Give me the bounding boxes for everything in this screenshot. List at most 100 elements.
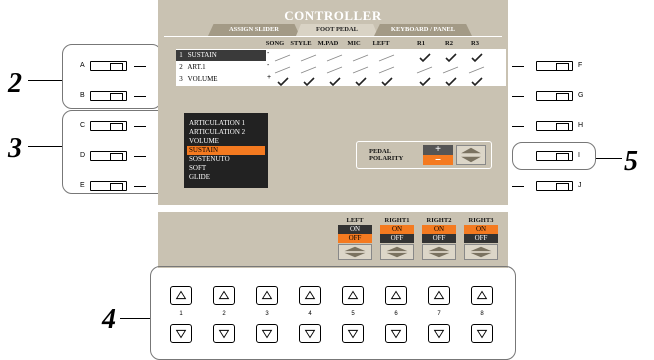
side-dash-g — [512, 96, 524, 97]
checkmark-icon — [277, 77, 289, 87]
number-button-label: 3 — [265, 311, 269, 317]
number-button-8-up[interactable] — [471, 286, 493, 305]
side-dash-f — [512, 66, 524, 67]
number-button-label: 4 — [308, 311, 312, 317]
number-button-3-down[interactable] — [256, 324, 278, 343]
triangle-up-icon — [433, 290, 445, 300]
tab-foot-pedal[interactable]: FOOT PEDAL — [296, 24, 378, 36]
side-button-a[interactable] — [90, 61, 127, 71]
screen-title: CONTROLLER — [284, 8, 382, 23]
function-item-volume[interactable]: VOLUME — [187, 137, 265, 146]
number-button-6-down[interactable] — [385, 324, 407, 343]
triangle-up-icon — [304, 290, 316, 300]
number-button-label: 8 — [480, 311, 484, 317]
number-button-4-up[interactable] — [299, 286, 321, 305]
part-check-cell[interactable] — [298, 50, 319, 62]
onoff-left[interactable]: ON OFF — [338, 225, 372, 243]
side-button-i[interactable] — [536, 151, 573, 161]
number-button-6-up[interactable] — [385, 286, 407, 305]
number-button-1-down[interactable] — [170, 324, 192, 343]
number-button-3-up[interactable] — [256, 286, 278, 305]
function-item-sostenuto[interactable]: SOSTENUTO — [187, 155, 265, 164]
tab-assign-slider[interactable]: ASSIGN SLIDER — [208, 24, 300, 36]
side-button-j[interactable] — [536, 181, 573, 191]
part-check-cell[interactable] — [324, 74, 345, 87]
side-dash-b — [134, 96, 146, 97]
side-button-c[interactable] — [90, 121, 127, 131]
number-button-5-up[interactable] — [342, 286, 364, 305]
pedal-row-3[interactable]: 3 VOLUME — [176, 74, 266, 85]
side-label-e: E — [80, 182, 85, 189]
onoff-right2[interactable]: ON OFF — [422, 225, 456, 243]
number-button-4-down[interactable] — [299, 324, 321, 343]
column-header-left: LEFT — [372, 40, 390, 47]
part-check-cell[interactable] — [272, 50, 293, 62]
part-check-cell[interactable] — [272, 62, 293, 74]
pedal-number: 3 — [179, 75, 183, 83]
pedal-function-name: SUSTAIN — [187, 51, 217, 59]
number-button-7-up[interactable] — [428, 286, 450, 305]
part-check-cell[interactable] — [440, 50, 461, 63]
spinner-right2[interactable] — [422, 244, 456, 260]
side-label-h: H — [578, 122, 584, 129]
part-check-cell[interactable] — [466, 74, 487, 87]
tab-divider — [164, 36, 502, 37]
part-check-cell[interactable] — [350, 62, 371, 74]
number-button-2-up[interactable] — [213, 286, 235, 305]
onoff-right1[interactable]: ON OFF — [380, 225, 414, 243]
track-name-left: LEFT — [346, 217, 364, 224]
part-check-cell[interactable] — [414, 50, 435, 63]
side-button-g[interactable] — [536, 91, 573, 101]
part-check-cell[interactable] — [466, 50, 487, 63]
pedal-row-2[interactable]: 2 ART.1 — [176, 62, 266, 73]
number-button-8-down[interactable] — [471, 324, 493, 343]
part-check-cell[interactable] — [324, 50, 345, 62]
part-check-cell[interactable] — [376, 74, 397, 87]
part-check-cell[interactable] — [414, 74, 435, 87]
side-dash-a — [134, 66, 146, 67]
onoff-right3[interactable]: ON OFF — [464, 225, 498, 243]
part-check-cell[interactable] — [466, 62, 487, 74]
side-button-b[interactable] — [90, 91, 127, 101]
part-check-cell[interactable] — [298, 74, 319, 87]
spinner-right3[interactable] — [464, 244, 498, 260]
function-item-glide[interactable]: GLIDE — [187, 173, 265, 182]
function-item-sustain[interactable]: SUSTAIN — [187, 146, 265, 155]
number-button-7-down[interactable] — [428, 324, 450, 343]
side-button-d[interactable] — [90, 151, 127, 161]
part-check-cell[interactable] — [414, 62, 435, 74]
part-check-cell[interactable] — [350, 50, 371, 62]
function-item-articulation-2[interactable]: ARTICULATION 2 — [187, 128, 265, 137]
callout-5: 5 — [624, 146, 638, 177]
pedal-row-1[interactable]: 1 SUSTAIN — [176, 50, 266, 61]
part-check-cell[interactable] — [272, 74, 293, 87]
number-button-1-up[interactable] — [170, 286, 192, 305]
part-check-cell[interactable] — [440, 62, 461, 74]
tab-keyboard-panel[interactable]: KEYBOARD / PANEL — [374, 24, 472, 36]
number-button-5-down[interactable] — [342, 324, 364, 343]
bracket-number-buttons — [150, 266, 516, 360]
side-button-e[interactable] — [90, 181, 127, 191]
function-item-articulation-1[interactable]: ARTICULATION 1 — [187, 119, 265, 128]
function-item-soft[interactable]: SOFT — [187, 164, 265, 173]
pedal-number: 1 — [179, 51, 183, 59]
side-dash-e — [134, 186, 146, 187]
spinner-arrows-icon — [344, 246, 366, 258]
track-name-right3: RIGHT3 — [468, 217, 494, 224]
polarity-spinner[interactable] — [456, 145, 486, 165]
triangle-down-icon — [304, 329, 316, 339]
number-button-2-down[interactable] — [213, 324, 235, 343]
part-check-cell[interactable] — [298, 62, 319, 74]
spinner-left[interactable] — [338, 244, 372, 260]
part-check-cell[interactable] — [350, 74, 371, 87]
part-check-cell[interactable] — [324, 62, 345, 74]
side-label-g: G — [578, 92, 584, 99]
spinner-right1[interactable] — [380, 244, 414, 260]
side-button-h[interactable] — [536, 121, 573, 131]
polarity-value-box[interactable]: + – — [423, 145, 453, 165]
on-label: ON — [422, 225, 456, 234]
part-check-cell[interactable] — [440, 74, 461, 87]
side-button-f[interactable] — [536, 61, 573, 71]
part-check-cell[interactable] — [376, 50, 397, 62]
part-check-cell[interactable] — [376, 62, 397, 74]
